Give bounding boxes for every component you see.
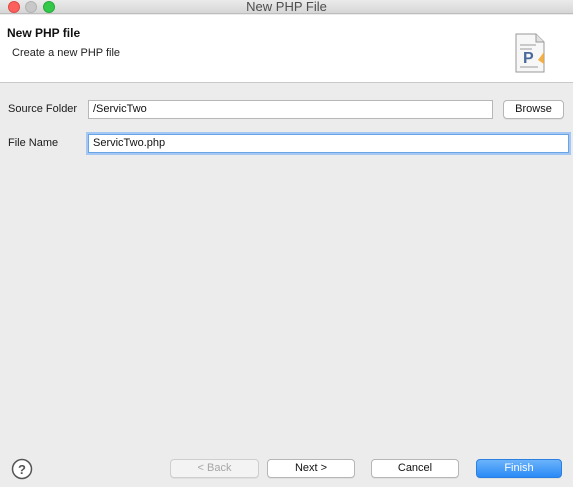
php-file-icon: P xyxy=(515,33,545,73)
file-name-input[interactable]: ServicTwo.php xyxy=(88,134,569,153)
wizard-header: New PHP file Create a new PHP file P xyxy=(0,15,573,83)
question-icon[interactable]: ? xyxy=(11,458,33,480)
next-button[interactable]: Next > xyxy=(267,459,355,478)
finish-button[interactable]: Finish xyxy=(476,459,562,478)
file-name-label: File Name xyxy=(8,137,59,149)
page-description: Create a new PHP file xyxy=(12,47,121,59)
page-title: New PHP file xyxy=(7,26,81,40)
window-title: New PHP File xyxy=(246,0,327,14)
back-button[interactable]: < Back xyxy=(170,459,259,478)
title-bar: New PHP File xyxy=(0,0,573,14)
source-folder-input[interactable]: /ServicTwo xyxy=(88,100,493,119)
browse-button[interactable]: Browse xyxy=(503,100,564,119)
cancel-button[interactable]: Cancel xyxy=(371,459,459,478)
svg-text:?: ? xyxy=(18,462,26,477)
source-folder-label: Source Folder xyxy=(8,103,78,115)
svg-text:P: P xyxy=(523,50,534,67)
